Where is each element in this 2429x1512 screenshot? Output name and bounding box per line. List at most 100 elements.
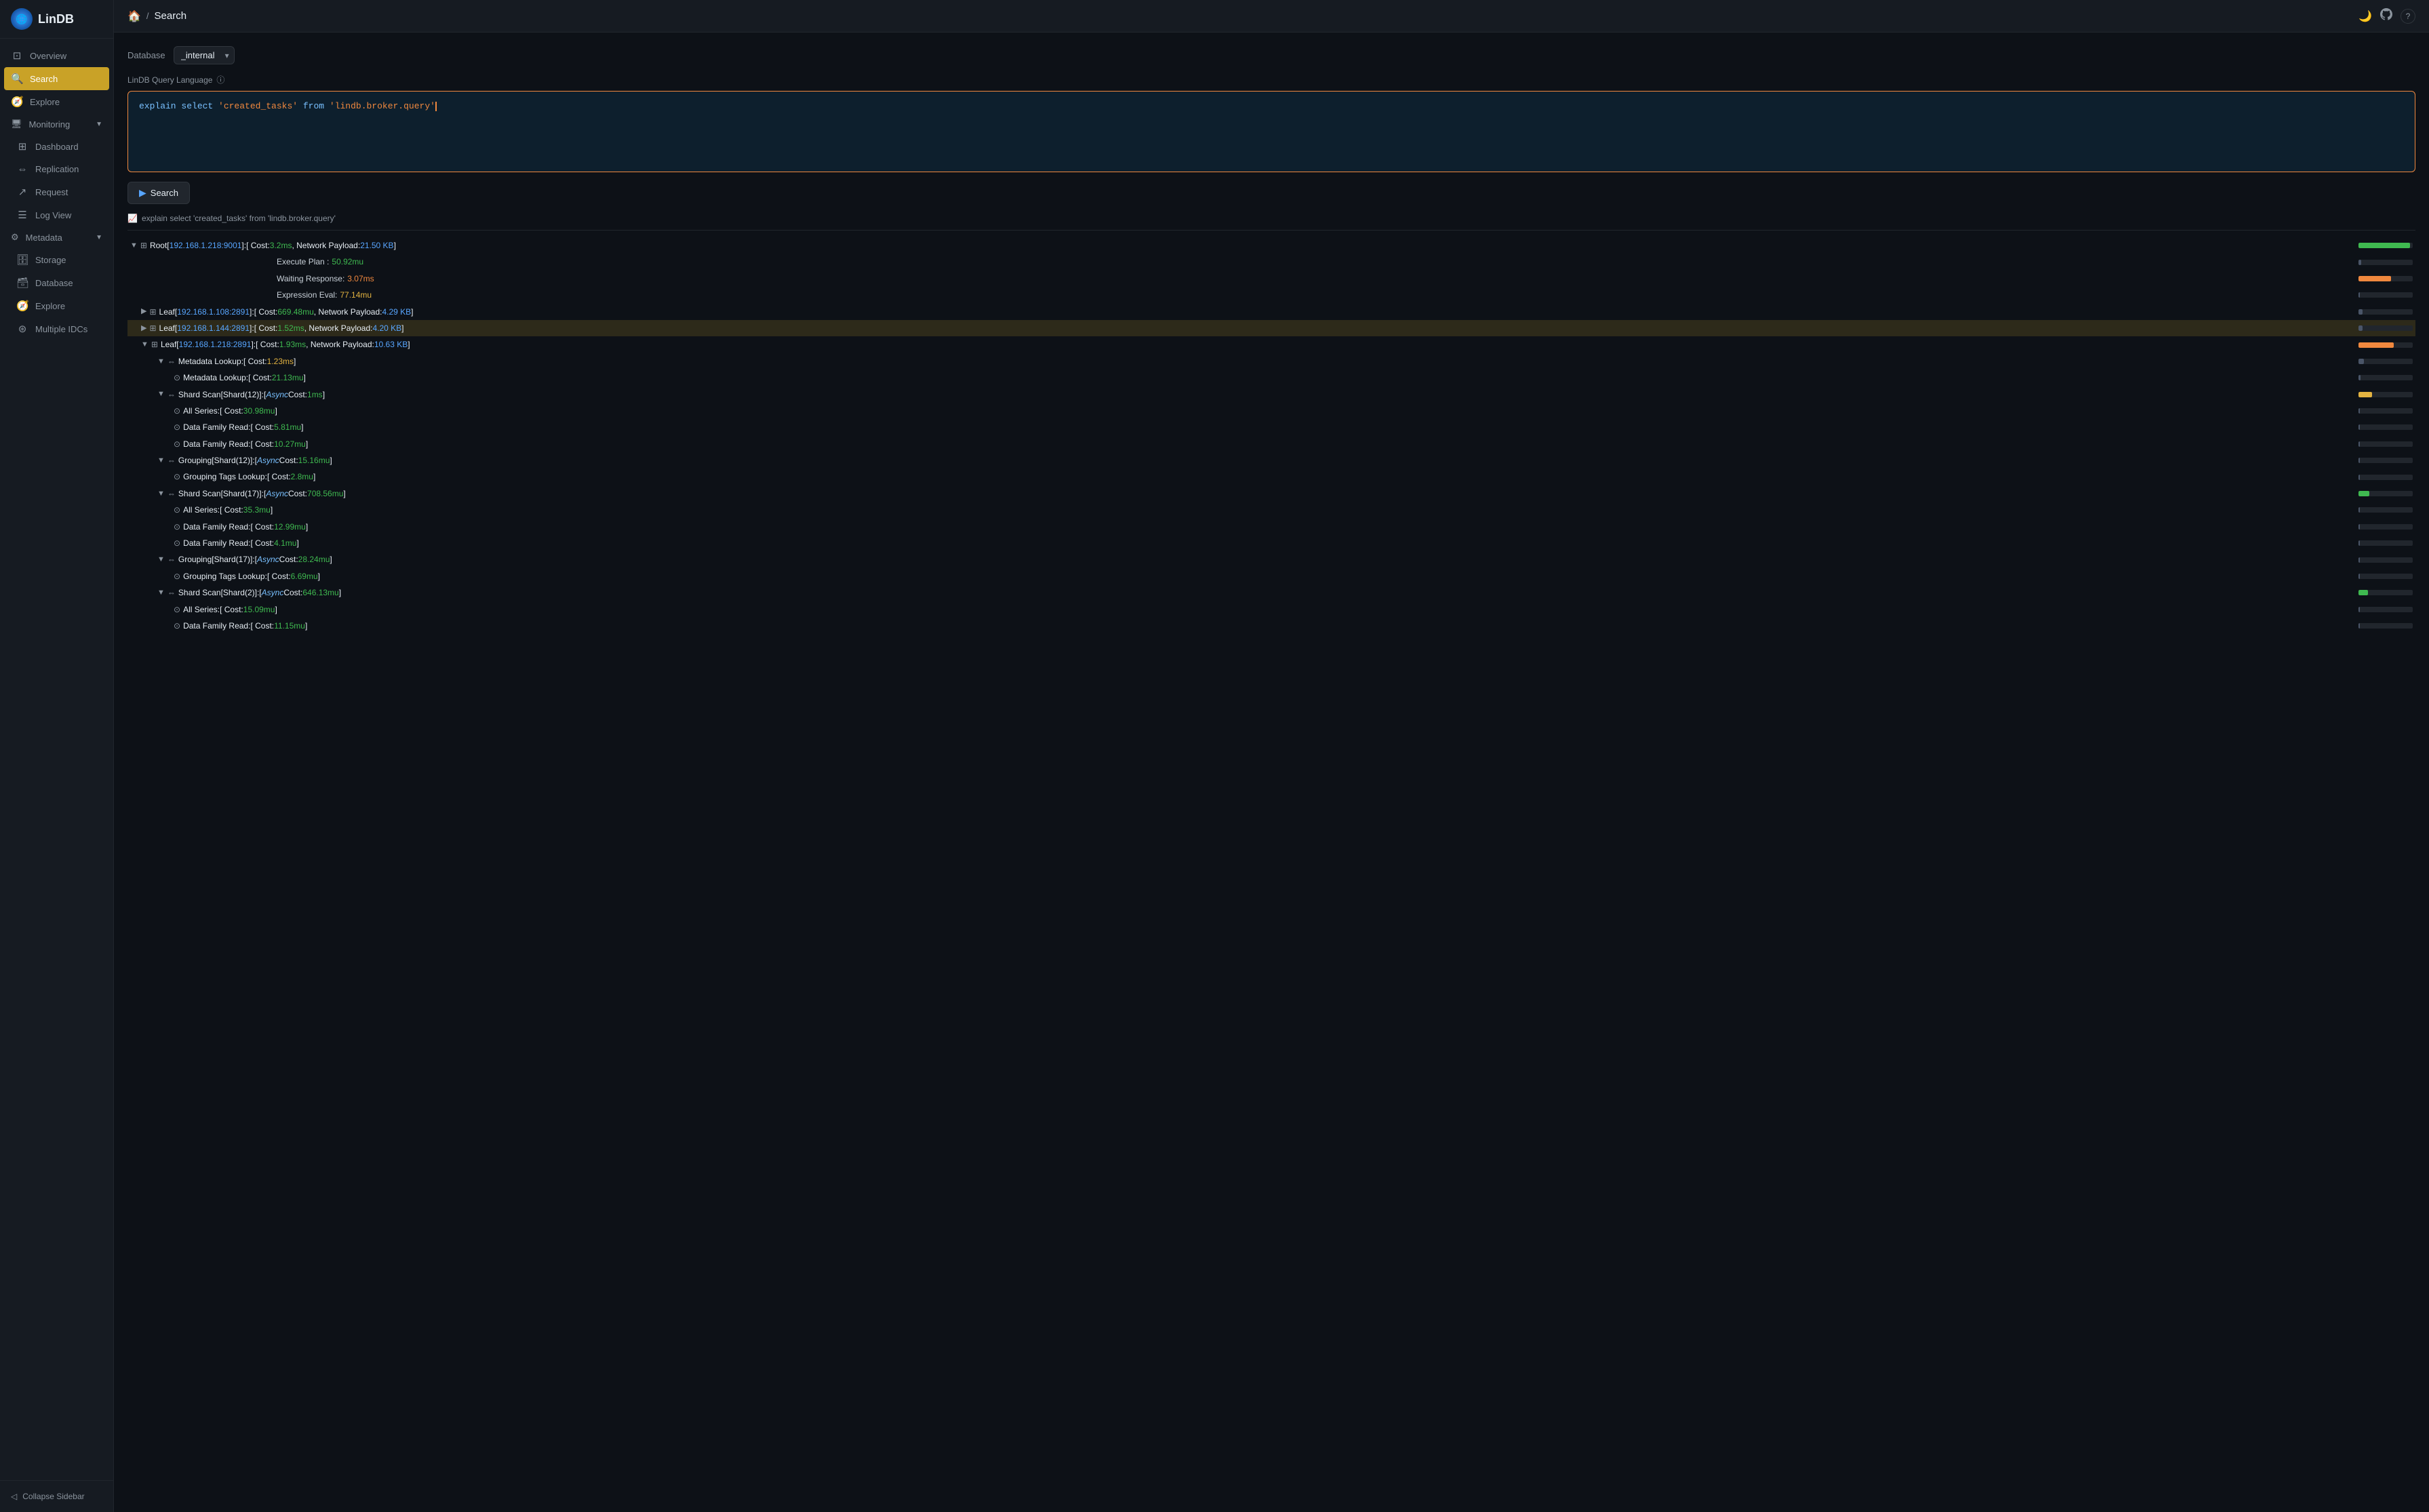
help-icon[interactable]: ? bbox=[2401, 9, 2415, 24]
sidebar-bottom: ◁ Collapse Sidebar bbox=[0, 1480, 113, 1512]
sidebar-item-request[interactable]: ↗ Request bbox=[5, 180, 113, 203]
sidebar-item-search[interactable]: 🔍 Search bbox=[4, 67, 109, 90]
grouping17-icon: ⇔ bbox=[167, 553, 176, 566]
request-icon: ↗ bbox=[16, 186, 28, 198]
sidebar-item-explore-label: Explore bbox=[30, 97, 60, 107]
sidebar-item-replication[interactable]: ⇔ Replication bbox=[5, 158, 113, 180]
database-selector-row: Database _internal default metrics bbox=[127, 46, 2415, 64]
tree-row-leaf3[interactable]: ▼ ⊞ Leaf[192.168.1.218:2891]: [ Cost: 1.… bbox=[127, 336, 2415, 353]
tree-row-grouping-12[interactable]: ▼ ⇔ Grouping[Shard(12)]: [ Async Cost: 1… bbox=[127, 452, 2415, 469]
execute-plan-val: 50.92mu bbox=[332, 255, 363, 268]
sidebar-item-logview[interactable]: ☰ Log View bbox=[5, 203, 113, 226]
shard17-icon: ⇔ bbox=[167, 487, 176, 500]
datafamily3-icon: ⊙ bbox=[174, 520, 180, 534]
shard17-toggle[interactable]: ▼ bbox=[157, 488, 165, 500]
sidebar-item-search-label: Search bbox=[30, 74, 58, 84]
collapse-label: Collapse Sidebar bbox=[22, 1492, 84, 1501]
database-select[interactable]: _internal default metrics bbox=[174, 46, 235, 64]
dashboard-icon: ⊞ bbox=[16, 140, 28, 153]
sidebar: 🌐 LinDB ⊡ Overview 🔍 Search 🧭 Explore 🖥 … bbox=[0, 0, 114, 1512]
datafamily2-icon: ⊙ bbox=[174, 437, 180, 451]
waiting-val: 3.07ms bbox=[347, 272, 374, 285]
tree-row-leaf2[interactable]: ▶ ⊞ Leaf[192.168.1.144:2891]: [ Cost: 1.… bbox=[127, 320, 2415, 336]
tree-row-shard-17[interactable]: ▼ ⇔ Shard Scan[Shard(17)]: [ Async Cost:… bbox=[127, 485, 2415, 502]
datafamily1-icon: ⊙ bbox=[174, 420, 180, 434]
execute-plan-bar bbox=[2353, 260, 2413, 265]
leaf2-toggle[interactable]: ▶ bbox=[141, 322, 146, 335]
expr-key: Expression Eval: bbox=[277, 288, 337, 302]
datafamily5-icon: ⊙ bbox=[174, 619, 180, 633]
sidebar-item-explore[interactable]: 🧭 Explore bbox=[0, 90, 113, 113]
tree-row-shard-2[interactable]: ▼ ⇔ Shard Scan[Shard(2)]: [ Async Cost: … bbox=[127, 584, 2415, 601]
sidebar-item-dashboard[interactable]: ⊞ Dashboard bbox=[5, 135, 113, 158]
query-lang-help-icon[interactable]: ⓘ bbox=[216, 74, 224, 85]
tree-row-metadata-lookup[interactable]: ▼ ⇔ Metadata Lookup: [ Cost: 1.23ms ] bbox=[127, 353, 2415, 370]
sidebar-item-explore-meta[interactable]: 🧭 Explore bbox=[5, 294, 113, 317]
sidebar-monitoring-label: Monitoring bbox=[29, 119, 71, 130]
database-icon: 🗃 bbox=[16, 277, 28, 289]
sidebar-item-multiple-idcs[interactable]: ⊛ Multiple IDCs bbox=[5, 317, 113, 340]
tree-row-root[interactable]: ▼ ⊞ Root[192.168.1.218:9001]: [ Cost: 3.… bbox=[127, 237, 2415, 254]
query-string2: 'lindb.broker.query' bbox=[330, 101, 435, 111]
expr-bar bbox=[2353, 292, 2413, 298]
sidebar-item-dashboard-label: Dashboard bbox=[35, 142, 79, 152]
tree-row-grouping-17[interactable]: ▼ ⇔ Grouping[Shard(17)]: [ Async Cost: 2… bbox=[127, 551, 2415, 568]
tree-row-datafamily-4: ⊙ Data Family Read: [ Cost: 4.1mu ] bbox=[127, 535, 2415, 551]
leaf1-progress bbox=[2353, 309, 2413, 315]
database-label: Database bbox=[127, 50, 165, 60]
sidebar-section-monitoring[interactable]: 🖥 Monitoring ▼ bbox=[0, 113, 113, 135]
explore-icon: 🧭 bbox=[11, 96, 23, 108]
query-editor[interactable]: explain select 'created_tasks' from 'lin… bbox=[127, 91, 2415, 172]
main-area: 🏠 / Search 🌙 ? Database _internal defaul… bbox=[114, 0, 2429, 1512]
groupingtags1-icon: ⊙ bbox=[174, 470, 180, 483]
overview-icon: ⊡ bbox=[11, 49, 23, 62]
play-icon: ▶ bbox=[139, 187, 146, 199]
root-node-name: Root[ bbox=[150, 239, 170, 252]
sidebar-item-storage[interactable]: 🗄 Storage bbox=[5, 248, 113, 271]
dark-mode-icon[interactable]: 🌙 bbox=[2358, 9, 2372, 23]
topbar-left: 🏠 / Search bbox=[127, 9, 186, 23]
replication-icon: ⇔ bbox=[16, 163, 28, 175]
shard2-toggle[interactable]: ▼ bbox=[157, 586, 165, 599]
root-progress-bar-wrap bbox=[2358, 243, 2413, 248]
metadata-icon-tree: ⇔ bbox=[167, 355, 176, 368]
home-icon[interactable]: 🏠 bbox=[127, 9, 141, 23]
shard12-icon: ⇔ bbox=[167, 388, 176, 401]
tree-row-leaf1[interactable]: ▶ ⊞ Leaf[192.168.1.108:2891]: [ Cost: 66… bbox=[127, 304, 2415, 320]
sidebar-nav: ⊡ Overview 🔍 Search 🧭 Explore 🖥 Monitori… bbox=[0, 39, 113, 1480]
logview-icon: ☰ bbox=[16, 209, 28, 221]
leaf3-icon: ⊞ bbox=[151, 338, 158, 351]
sidebar-item-explore-meta-label: Explore bbox=[35, 301, 65, 311]
execute-plan-key: Execute Plan : bbox=[277, 255, 329, 268]
tree-row-datafamily-3: ⊙ Data Family Read: [ Cost: 12.99mu ] bbox=[127, 519, 2415, 535]
root-toggle[interactable]: ▼ bbox=[130, 239, 138, 252]
allseries1-icon: ⊙ bbox=[174, 404, 180, 418]
shard12-toggle[interactable]: ▼ bbox=[157, 388, 165, 401]
metadata-toggle[interactable]: ▼ bbox=[157, 355, 165, 368]
leaf2-progress bbox=[2353, 325, 2413, 331]
leaf1-toggle[interactable]: ▶ bbox=[141, 305, 146, 318]
expr-val: 77.14mu bbox=[340, 288, 372, 302]
tree-row-allseries-3: ⊙ All Series: [ Cost: 15.09mu ] bbox=[127, 601, 2415, 618]
grouping12-toggle[interactable]: ▼ bbox=[157, 454, 165, 467]
sidebar-item-storage-label: Storage bbox=[35, 255, 66, 265]
query-keyword: explain select bbox=[139, 101, 213, 111]
monitoring-chevron-icon: ▼ bbox=[96, 121, 102, 128]
chart-icon: 📈 bbox=[127, 214, 138, 223]
search-icon: 🔍 bbox=[11, 73, 23, 85]
search-button[interactable]: ▶ Search bbox=[127, 182, 190, 204]
allseries3-icon: ⊙ bbox=[174, 603, 180, 616]
sidebar-item-replication-label: Replication bbox=[35, 164, 79, 174]
github-icon[interactable] bbox=[2380, 8, 2392, 24]
grouping17-toggle[interactable]: ▼ bbox=[157, 553, 165, 566]
query-display-bar: 📈 explain select 'created_tasks' from 'l… bbox=[127, 214, 2415, 231]
topbar-right: 🌙 ? bbox=[2358, 8, 2415, 24]
tree-row-datafamily-1: ⊙ Data Family Read: [ Cost: 5.81mu ] bbox=[127, 419, 2415, 435]
leaf3-toggle[interactable]: ▼ bbox=[141, 338, 149, 351]
sidebar-item-overview[interactable]: ⊡ Overview bbox=[0, 44, 113, 67]
sidebar-item-database[interactable]: 🗃 Database bbox=[5, 271, 113, 294]
sidebar-section-metadata[interactable]: ⚙ Metadata ▼ bbox=[0, 226, 113, 248]
tree-row-shard-12[interactable]: ▼ ⇔ Shard Scan[Shard(12)]: [ Async Cost:… bbox=[127, 386, 2415, 403]
sidebar-item-overview-label: Overview bbox=[30, 51, 66, 61]
collapse-sidebar-button[interactable]: ◁ Collapse Sidebar bbox=[11, 1489, 102, 1504]
